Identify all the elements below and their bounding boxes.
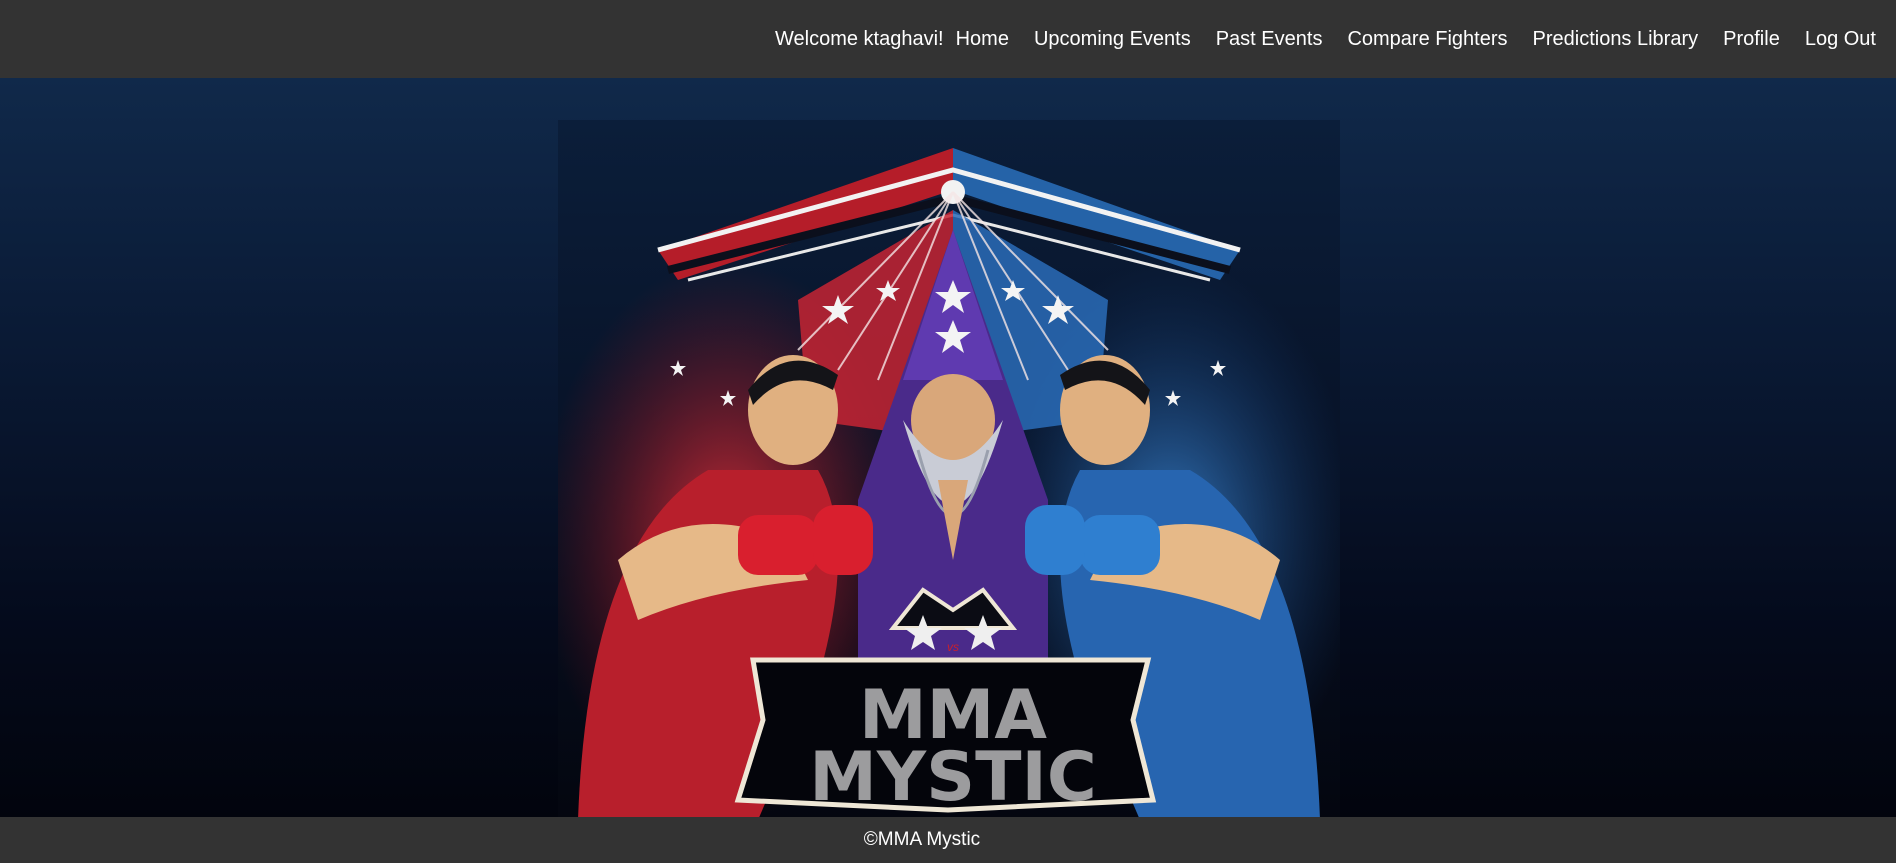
page-footer: ©MMA Mystic [0, 817, 1896, 863]
copyright-text: ©MMA Mystic [863, 829, 981, 850]
nav-link-profile[interactable]: Profile [1723, 28, 1780, 51]
nav-link-upcoming-events[interactable]: Upcoming Events [1034, 28, 1191, 51]
nav-link-past-events[interactable]: Past Events [1216, 28, 1323, 51]
nav-link-compare-fighters[interactable]: Compare Fighters [1347, 28, 1507, 51]
mma-mystic-logo: vs MMA MYSTIC [558, 120, 1340, 817]
top-navbar: Welcome ktaghavi! Home Upcoming Events P… [0, 0, 1896, 78]
nav-link-predictions-library[interactable]: Predictions Library [1533, 28, 1699, 51]
nav-link-log-out[interactable]: Log Out [1805, 28, 1876, 51]
nav-link-home[interactable]: Home [956, 28, 1009, 51]
main-content: vs MMA MYSTIC [0, 78, 1896, 817]
vs-badge-text: vs [947, 640, 959, 654]
logo-title-line2: MYSTIC [809, 738, 1096, 817]
welcome-message: Welcome ktaghavi! [775, 27, 944, 50]
